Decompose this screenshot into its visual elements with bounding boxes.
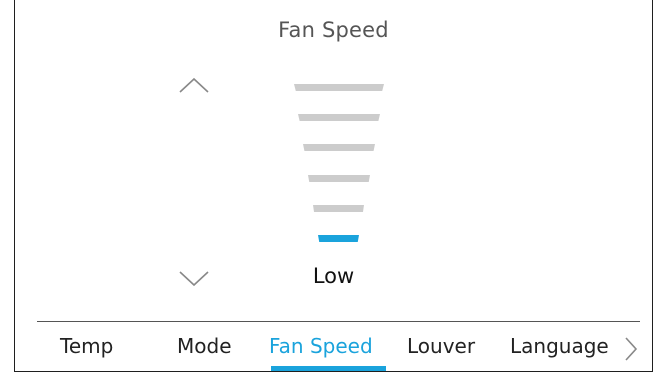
- level-bar-5: [298, 114, 380, 121]
- active-tab-indicator: [271, 366, 386, 371]
- tab-mode[interactable]: Mode: [177, 334, 232, 358]
- level-bar-3: [308, 175, 370, 182]
- tab-louver[interactable]: Louver: [407, 334, 475, 358]
- level-bar-6: [294, 84, 384, 91]
- tab-fan-speed[interactable]: Fan Speed: [269, 334, 373, 358]
- tab-divider: [37, 321, 640, 323]
- fan-speed-level-indicator: [15, 0, 652, 260]
- tab-language[interactable]: Language: [510, 334, 609, 358]
- current-level-label: Low: [312, 264, 355, 288]
- level-bar-4: [303, 144, 375, 151]
- tab-temp[interactable]: Temp: [60, 334, 113, 358]
- level-bar-2: [313, 205, 364, 212]
- chevron-right-icon[interactable]: [624, 336, 638, 362]
- fan-speed-panel: Fan Speed Low Temp Mode Fan Speed Louver…: [14, 0, 653, 372]
- level-bar-1: [318, 235, 359, 242]
